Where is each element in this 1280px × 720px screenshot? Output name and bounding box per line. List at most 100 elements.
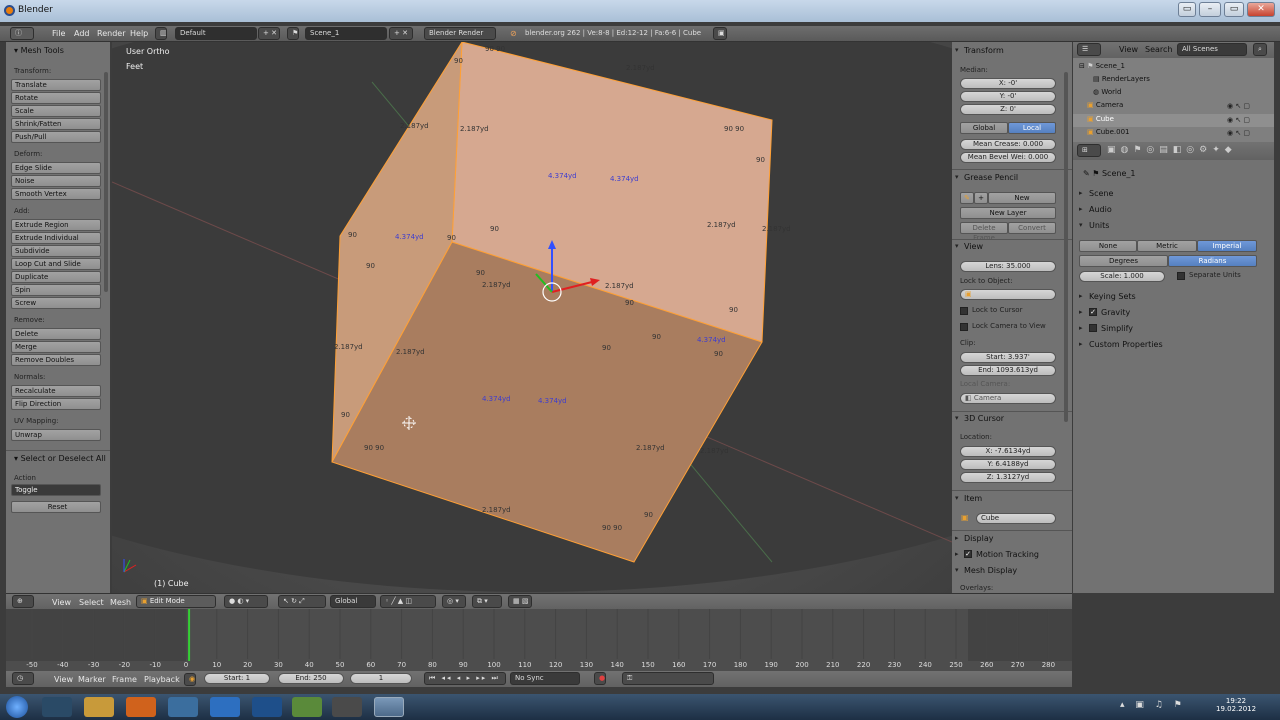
editor-type-icon[interactable]: ⓘ xyxy=(10,27,34,40)
smooth-vertex-button[interactable]: Smooth Vertex xyxy=(11,188,101,200)
mesh-menu[interactable]: Mesh xyxy=(110,598,131,607)
playback-controls[interactable]: ⏮ ◂◂ ◂ ▸ ▸▸ ⏭ xyxy=(424,672,506,685)
visibility-eye-icon[interactable]: ◉ ↖ ▢ xyxy=(1227,129,1250,137)
render-engine-select[interactable]: Blender Render xyxy=(424,27,496,40)
menu-help[interactable]: Help xyxy=(130,29,148,38)
extrude-region-button[interactable]: Extrude Region xyxy=(11,219,101,231)
rotate-button[interactable]: Rotate xyxy=(11,92,101,104)
current-frame-field[interactable]: 1 xyxy=(350,673,412,684)
screen-add-remove[interactable]: + ✕ xyxy=(258,27,280,40)
firefox-icon[interactable] xyxy=(126,697,156,717)
separate-units-checkbox[interactable] xyxy=(1177,272,1185,280)
item-arrow-icon[interactable]: ▾ xyxy=(955,494,959,502)
outliner-search-menu[interactable]: Search xyxy=(1145,45,1172,54)
remove-doubles-button[interactable]: Remove Doubles xyxy=(11,354,101,366)
tool-shelf-scrollbar[interactable] xyxy=(104,72,108,292)
timeline-editor-icon[interactable]: ◷ xyxy=(12,672,34,685)
visibility-eye-icon[interactable]: ◉ ↖ ▢ xyxy=(1227,116,1250,124)
file-explorer-icon[interactable] xyxy=(84,697,114,717)
outliner-view-menu[interactable]: View xyxy=(1119,45,1138,54)
view-arrow-icon[interactable]: ▾ xyxy=(955,242,959,250)
timeline[interactable]: -50 -40 -30 -20 -10 0 10 20 30 40 50 60 70 80 90 100 110… xyxy=(6,609,1072,671)
keying-sets-header[interactable]: Keying Sets xyxy=(1089,292,1136,301)
keying-sets-arrow-icon[interactable]: ▸ xyxy=(1079,292,1083,300)
menu-add[interactable]: Add xyxy=(74,29,90,38)
audio-section-arrow-icon[interactable]: ▸ xyxy=(1079,205,1083,213)
transform-header[interactable]: Transform xyxy=(964,46,1004,55)
lens-field[interactable]: Lens: 35.000 xyxy=(960,261,1056,272)
reset-button[interactable]: Reset xyxy=(11,501,101,513)
scene-section-header[interactable]: Scene xyxy=(1089,189,1113,198)
cursor-x-field[interactable]: X: -7.6134yd xyxy=(960,446,1056,457)
outliner-filter-select[interactable]: All Scenes xyxy=(1177,43,1247,56)
gp-new-button[interactable]: New xyxy=(988,192,1056,204)
unit-metric-toggle[interactable]: Metric xyxy=(1137,240,1197,252)
sync-mode-select[interactable]: No Sync xyxy=(510,672,580,685)
outliner-row-cube001[interactable]: ▣ Cube.001 xyxy=(1087,128,1130,136)
units-section-arrow-icon[interactable]: ▾ xyxy=(1079,221,1083,229)
transform-arrow-icon[interactable]: ▾ xyxy=(955,46,959,54)
mesh-display-arrow-icon[interactable]: ▾ xyxy=(955,566,959,574)
menu-file[interactable]: File xyxy=(52,29,65,38)
mode-select[interactable]: ▣ Edit Mode xyxy=(136,595,216,608)
custom-props-arrow-icon[interactable]: ▸ xyxy=(1079,340,1083,348)
menu-render[interactable]: Render xyxy=(97,29,125,38)
spin-button[interactable]: Spin xyxy=(11,284,101,296)
clock[interactable]: 19:22 19.02.2012 xyxy=(1216,697,1256,713)
operator-header[interactable]: ▾ Select or Deselect All xyxy=(14,454,106,463)
clip-start-field[interactable]: Start: 3.937' xyxy=(960,352,1056,363)
side-panel-scrollbar[interactable] xyxy=(1064,72,1068,422)
add-icon[interactable]: + xyxy=(974,192,988,204)
local-camera-field[interactable]: ◧ Camera xyxy=(960,393,1056,404)
gravity-header[interactable]: Gravity xyxy=(1101,308,1130,317)
flip-direction-button[interactable]: Flip Direction xyxy=(11,398,101,410)
app-icon[interactable] xyxy=(168,697,198,717)
simplify-header[interactable]: Simplify xyxy=(1101,324,1133,333)
motion-tracking-checkbox[interactable]: ✓ xyxy=(964,550,972,558)
mean-bevel-field[interactable]: Mean Bevel Wei: 0.000 xyxy=(960,152,1056,163)
mesh-tools-header[interactable]: ▾ Mesh Tools xyxy=(14,46,64,55)
mesh-display-header[interactable]: Mesh Display xyxy=(964,566,1017,575)
3d-cursor-header[interactable]: 3D Cursor xyxy=(964,414,1004,423)
translate-button[interactable]: Translate xyxy=(11,79,101,91)
custom-properties-header[interactable]: Custom Properties xyxy=(1089,340,1163,349)
units-section-header[interactable]: Units xyxy=(1089,221,1109,230)
outliner-row-world[interactable]: ◍ World xyxy=(1093,88,1121,96)
viewport-scene[interactable]: 90 90 90 2.187yd 2.187yd 2.187yd 90 90 90 4.374… xyxy=(112,42,952,593)
gp-new-layer-button[interactable]: New Layer xyxy=(960,207,1056,219)
timeline-marker-menu[interactable]: Marker xyxy=(78,675,106,684)
item-name-field[interactable]: Cube xyxy=(976,513,1056,524)
maximize-button[interactable]: ▭ xyxy=(1224,2,1244,17)
timeline-ruler[interactable]: -50 -40 -30 -20 -10 0 10 20 30 40 50 60 70 80 90 100 110… xyxy=(6,609,1072,671)
restore-button[interactable]: ▭ xyxy=(1178,2,1196,17)
blender-taskbar-icon[interactable] xyxy=(374,697,404,717)
view-menu[interactable]: View xyxy=(52,598,71,607)
cursor-z-field[interactable]: Z: 1.3127yd xyxy=(960,472,1056,483)
shrink-fatten-button[interactable]: Shrink/Fatten xyxy=(11,118,101,130)
properties-context-icons[interactable]: ▣◍⚑◎▤◧◎⚙✦◆ xyxy=(1107,145,1237,155)
lock-camera-checkbox[interactable] xyxy=(960,323,968,331)
draw-icon[interactable]: ✎ xyxy=(960,192,974,204)
select-mode-buttons[interactable]: ◦ ╱ ▲ ◫ xyxy=(380,595,436,608)
mean-crease-field[interactable]: Mean Crease: 0.000 xyxy=(960,139,1056,150)
recalculate-button[interactable]: Recalculate xyxy=(11,385,101,397)
timeline-view-menu[interactable]: View xyxy=(54,675,73,684)
viewport-shading-select[interactable]: ● ◐ ▾ xyxy=(224,595,268,608)
system-tray-icons[interactable]: ▴ ▣ ♫ ⚑ xyxy=(1120,700,1186,710)
scene-selector[interactable]: Scene_1 xyxy=(305,27,387,40)
snap-icon[interactable]: ⧉ ▾ xyxy=(472,595,502,608)
extrude-individual-button[interactable]: Extrude Individual xyxy=(11,232,101,244)
audio-section-header[interactable]: Audio xyxy=(1089,205,1112,214)
median-y-field[interactable]: Y: -0' xyxy=(960,91,1056,102)
visibility-eye-icon[interactable]: ◉ ↖ ▢ xyxy=(1227,102,1250,110)
cursor-arrow-icon[interactable]: ▾ xyxy=(955,414,959,422)
delete-button[interactable]: Delete xyxy=(11,328,101,340)
scale-button[interactable]: Scale xyxy=(11,105,101,117)
grease-pencil-header[interactable]: Grease Pencil xyxy=(964,173,1018,182)
outliner-row-scene[interactable]: ⊟ ⚑ Scene_1 xyxy=(1079,62,1125,70)
gp-convert-button[interactable]: Convert xyxy=(1008,222,1056,234)
close-button[interactable]: ✕ xyxy=(1247,2,1275,17)
simplify-checkbox[interactable] xyxy=(1089,324,1097,332)
screw-button[interactable]: Screw xyxy=(11,297,101,309)
display-arrow-icon[interactable]: ▸ xyxy=(955,534,959,542)
